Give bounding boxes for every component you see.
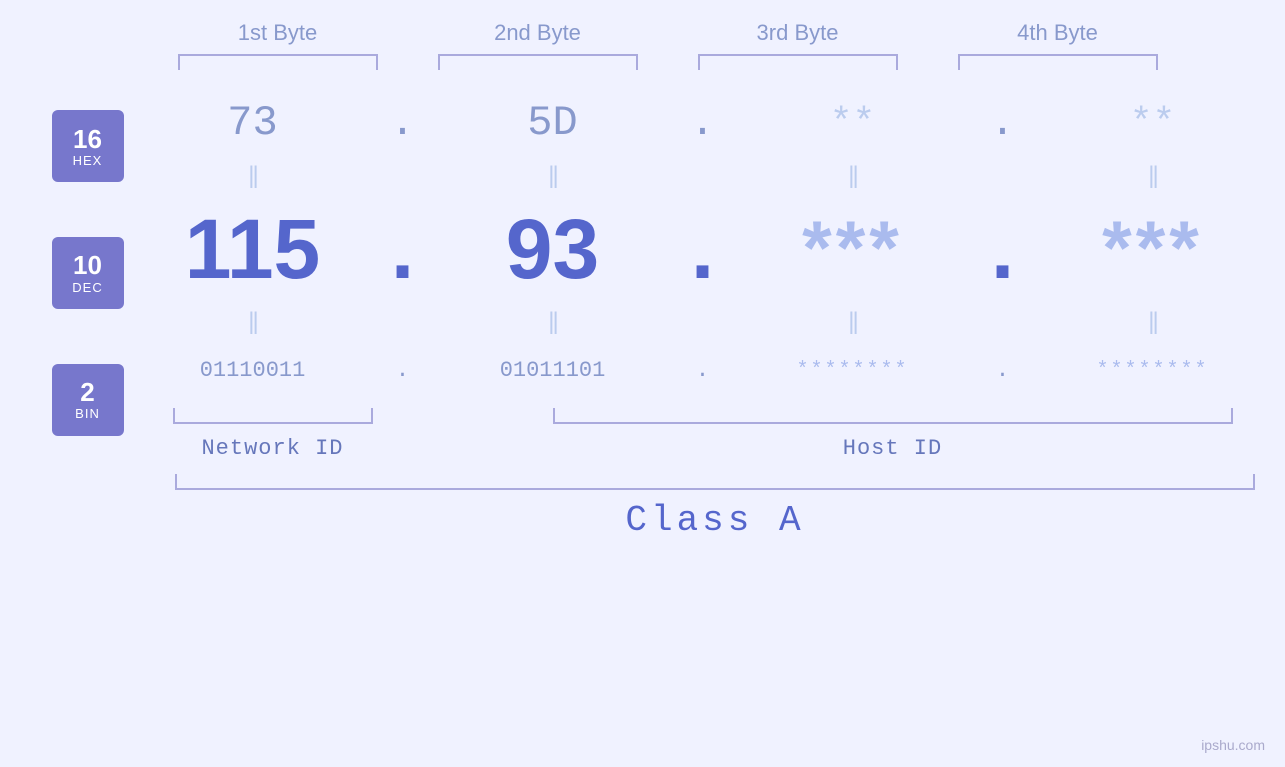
network-id-label: Network ID bbox=[163, 436, 383, 461]
watermark: ipshu.com bbox=[1201, 737, 1265, 753]
dec-badge: 10 DEC bbox=[52, 237, 124, 309]
bin-b2: 01011101 bbox=[443, 358, 663, 383]
bottom-bracket-1 bbox=[173, 408, 373, 424]
byte-header-1: 1st Byte bbox=[168, 20, 388, 46]
bin-badge-number: 2 bbox=[80, 378, 94, 407]
top-bracket-1 bbox=[178, 54, 378, 70]
bottom-bracket-host bbox=[553, 408, 1233, 424]
host-id-label: Host ID bbox=[543, 436, 1243, 461]
dec-b1: 115 bbox=[143, 207, 363, 291]
byte-header-3: 3rd Byte bbox=[688, 20, 908, 46]
dec-dot3: . bbox=[983, 201, 1023, 298]
dec-badge-number: 10 bbox=[73, 251, 102, 280]
class-a-label: Class A bbox=[175, 500, 1255, 541]
hex-badge: 16 HEX bbox=[52, 110, 124, 182]
hex-badge-number: 16 bbox=[73, 125, 102, 154]
eq2-b2: || bbox=[443, 308, 663, 336]
eq1-b2: || bbox=[443, 162, 663, 190]
eq2-b1: || bbox=[143, 308, 363, 336]
eq2-b3: || bbox=[743, 308, 963, 336]
byte-header-2: 2nd Byte bbox=[428, 20, 648, 46]
eq1-b3: || bbox=[743, 162, 963, 190]
bin-badge-label: BIN bbox=[75, 406, 100, 421]
full-bottom-bracket bbox=[175, 474, 1255, 490]
dec-badge-label: DEC bbox=[72, 280, 102, 295]
bin-dot3: . bbox=[983, 358, 1023, 383]
top-bracket-4 bbox=[958, 54, 1158, 70]
eq2-b4: || bbox=[1043, 308, 1263, 336]
hex-dot2: . bbox=[683, 99, 723, 147]
hex-b3: ** bbox=[743, 102, 963, 145]
hex-dot3: . bbox=[983, 99, 1023, 147]
eq1-b4: || bbox=[1043, 162, 1263, 190]
bin-b3: ******** bbox=[743, 359, 963, 382]
top-bracket-3 bbox=[698, 54, 898, 70]
dec-dot2: . bbox=[683, 201, 723, 298]
dec-b2: 93 bbox=[443, 207, 663, 291]
eq1-b1: || bbox=[143, 162, 363, 190]
bin-dot2: . bbox=[683, 358, 723, 383]
top-bracket-2 bbox=[438, 54, 638, 70]
byte-header-4: 4th Byte bbox=[948, 20, 1168, 46]
bin-b1: 01110011 bbox=[143, 358, 363, 383]
hex-b2: 5D bbox=[443, 99, 663, 147]
dec-b3: *** bbox=[743, 211, 963, 287]
hex-b1: 73 bbox=[143, 99, 363, 147]
hex-b4: ** bbox=[1043, 102, 1263, 145]
hex-dot1: . bbox=[383, 99, 423, 147]
hex-badge-label: HEX bbox=[73, 153, 103, 168]
dec-dot1: . bbox=[383, 201, 423, 298]
bin-dot1: . bbox=[383, 358, 423, 383]
dec-b4: *** bbox=[1043, 211, 1263, 287]
bin-badge: 2 BIN bbox=[52, 364, 124, 436]
main-container: 1st Byte 2nd Byte 3rd Byte 4th Byte 16 H… bbox=[0, 0, 1285, 767]
bin-b4: ******** bbox=[1043, 359, 1263, 382]
